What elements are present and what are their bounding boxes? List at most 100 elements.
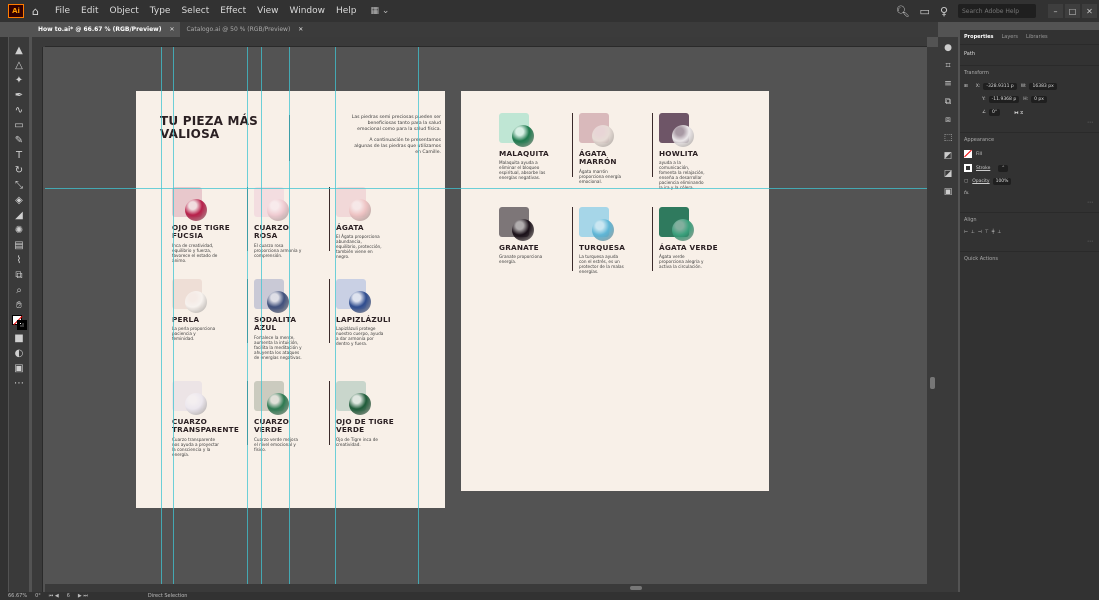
- color-panel-icon[interactable]: ●: [941, 41, 955, 55]
- flip-icon[interactable]: ⧓ ⧖: [1014, 110, 1023, 116]
- fill-swatch[interactable]: [964, 150, 972, 158]
- screen-mode-icon[interactable]: ▣: [11, 361, 27, 375]
- guide-vertical[interactable]: [173, 47, 174, 592]
- zoom-tool-icon[interactable]: ⌕: [11, 283, 27, 297]
- menu-file[interactable]: File: [55, 6, 70, 16]
- close-icon[interactable]: ✕: [298, 26, 303, 33]
- minimize-button[interactable]: –: [1048, 4, 1063, 18]
- tab-layers[interactable]: Layers: [1001, 34, 1018, 40]
- artboard-number[interactable]: 6: [67, 593, 70, 599]
- layers-panel-icon[interactable]: ◩: [941, 149, 955, 163]
- close-window-button[interactable]: ✕: [1082, 4, 1097, 18]
- selection-tool-icon[interactable]: ▲: [11, 43, 27, 57]
- x-field[interactable]: -328.9311 p: [983, 83, 1017, 90]
- scroll-thumb[interactable]: [630, 586, 642, 590]
- angle-field[interactable]: 0°: [989, 109, 1001, 116]
- eyedropper-tool-icon[interactable]: ⌇: [11, 253, 27, 267]
- horizontal-scrollbar[interactable]: [45, 584, 927, 592]
- zoom-level[interactable]: 66.67%: [8, 593, 27, 599]
- more-options-icon[interactable]: ⋯: [960, 238, 1099, 245]
- magic-wand-icon[interactable]: ✦: [11, 73, 27, 87]
- fill-stroke-swatch[interactable]: [12, 315, 27, 330]
- artboard-2[interactable]: MALAQUITA Malaquita ayuda a eliminar el bl…: [461, 91, 769, 491]
- opacity-field[interactable]: 100%: [992, 178, 1012, 185]
- align-bottom-icon[interactable]: ⊥: [997, 230, 1004, 235]
- home-icon[interactable]: ⌂: [32, 5, 39, 18]
- guide-vertical[interactable]: [261, 47, 262, 592]
- more-options-icon[interactable]: ⋯: [960, 119, 1099, 126]
- stroke-swatch[interactable]: [964, 164, 972, 172]
- symbol-sprayer-icon[interactable]: ✺: [11, 223, 27, 237]
- appearance-panel-icon[interactable]: ◪: [941, 167, 955, 181]
- reference-point-icon[interactable]: ⊞: [964, 84, 968, 89]
- artboard-nav-icon[interactable]: ⏮ ◀: [49, 593, 59, 599]
- type-tool-icon[interactable]: T: [11, 148, 27, 162]
- more-options-icon[interactable]: ⋯: [960, 199, 1099, 206]
- align-top-icon[interactable]: ⊤: [985, 230, 992, 235]
- rectangle-tool-icon[interactable]: ▭: [11, 118, 27, 132]
- align-left-icon[interactable]: ⊢: [964, 230, 971, 235]
- maximize-button[interactable]: □: [1065, 4, 1080, 18]
- more-tools-icon[interactable]: ⋯: [11, 376, 27, 390]
- eraser-tool-icon[interactable]: ◢: [11, 208, 27, 222]
- artboard-next-icon[interactable]: ▶ ⏭: [78, 593, 88, 599]
- guide-vertical[interactable]: [418, 47, 419, 592]
- guide-vertical[interactable]: [161, 47, 162, 592]
- close-icon[interactable]: ✕: [169, 26, 174, 33]
- tab-libraries[interactable]: Libraries: [1026, 34, 1048, 40]
- artboard-1[interactable]: TU PIEZA MÁS VALIOSA Las piedras semi pr…: [136, 91, 445, 508]
- guide-vertical[interactable]: [289, 47, 290, 592]
- stroke-swatch[interactable]: [17, 320, 27, 330]
- tab-catalogo[interactable]: Catalogo.ai @ 50 % (RGB/Preview) ✕: [180, 22, 309, 37]
- menu-window[interactable]: Window: [290, 6, 326, 16]
- guide-vertical[interactable]: [335, 47, 336, 592]
- help-search-input[interactable]: Search Adobe Help: [958, 4, 1036, 18]
- menu-select[interactable]: Select: [181, 6, 209, 16]
- align-panel-icon[interactable]: ≡: [941, 77, 955, 91]
- scroll-thumb[interactable]: [930, 377, 935, 389]
- curvature-tool-icon[interactable]: ∿: [11, 103, 27, 117]
- artboard-tool-icon[interactable]: ⧉: [11, 268, 27, 282]
- shape-builder-icon[interactable]: ◈: [11, 193, 27, 207]
- canvas[interactable]: TU PIEZA MÁS VALIOSA Las piedras semi pr…: [45, 47, 927, 592]
- fx-button[interactable]: fx.: [964, 191, 970, 196]
- workspace-switcher-icon[interactable]: ▦ ⌄: [371, 6, 390, 16]
- rotate-tool-icon[interactable]: ↻: [11, 163, 27, 177]
- hand-tool-icon[interactable]: ✋︎: [11, 298, 27, 312]
- tab-how-to[interactable]: How to.ai* @ 66.67 % (RGB/Preview) ✕: [32, 22, 181, 37]
- graphic-styles-icon[interactable]: ▣: [941, 185, 955, 199]
- guide-horizontal[interactable]: [45, 188, 927, 189]
- scale-tool-icon[interactable]: ⤡: [11, 178, 27, 192]
- align-center-icon[interactable]: ⊥: [971, 230, 978, 235]
- guide-vertical[interactable]: [247, 47, 248, 592]
- w-field[interactable]: 16383 px: [1029, 83, 1057, 90]
- draw-mode-icon[interactable]: ◐: [11, 346, 27, 360]
- artboards-panel-icon[interactable]: ⌗: [941, 59, 955, 73]
- menu-view[interactable]: View: [257, 6, 278, 16]
- opacity-label[interactable]: Opacity: [972, 179, 989, 184]
- pathfinder-icon[interactable]: ⧉: [941, 95, 955, 109]
- color-mode-icon[interactable]: ■: [11, 331, 27, 345]
- menu-object[interactable]: Object: [109, 6, 138, 16]
- search-icon[interactable]: 🔍︎: [896, 5, 910, 18]
- stroke-weight-field[interactable]: ⌃: [998, 164, 1009, 172]
- direct-selection-tool-icon[interactable]: △: [11, 58, 27, 72]
- menu-type[interactable]: Type: [150, 6, 171, 16]
- arrange-documents-icon[interactable]: ▭: [920, 5, 930, 18]
- gradient-tool-icon[interactable]: ▤: [11, 238, 27, 252]
- transform-panel-icon[interactable]: ⬚: [941, 131, 955, 145]
- y-field[interactable]: -11.9368 p: [988, 96, 1020, 103]
- paintbrush-tool-icon[interactable]: ✎: [11, 133, 27, 147]
- menu-help[interactable]: Help: [336, 6, 357, 16]
- links-panel-icon[interactable]: ⧈: [941, 113, 955, 127]
- menu-edit[interactable]: Edit: [81, 6, 98, 16]
- tab-properties[interactable]: Properties: [964, 34, 993, 40]
- rotation-field[interactable]: 0°: [35, 593, 41, 599]
- stroke-label[interactable]: Stroke: [976, 166, 990, 171]
- pen-tool-icon[interactable]: ✒: [11, 88, 27, 102]
- h-field[interactable]: 0 px: [1031, 96, 1047, 103]
- menu-effect[interactable]: Effect: [220, 6, 246, 16]
- light-bulb-icon[interactable]: ♀: [940, 5, 948, 18]
- align-right-icon[interactable]: ⊣: [978, 230, 985, 235]
- vertical-scrollbar[interactable]: [927, 47, 938, 592]
